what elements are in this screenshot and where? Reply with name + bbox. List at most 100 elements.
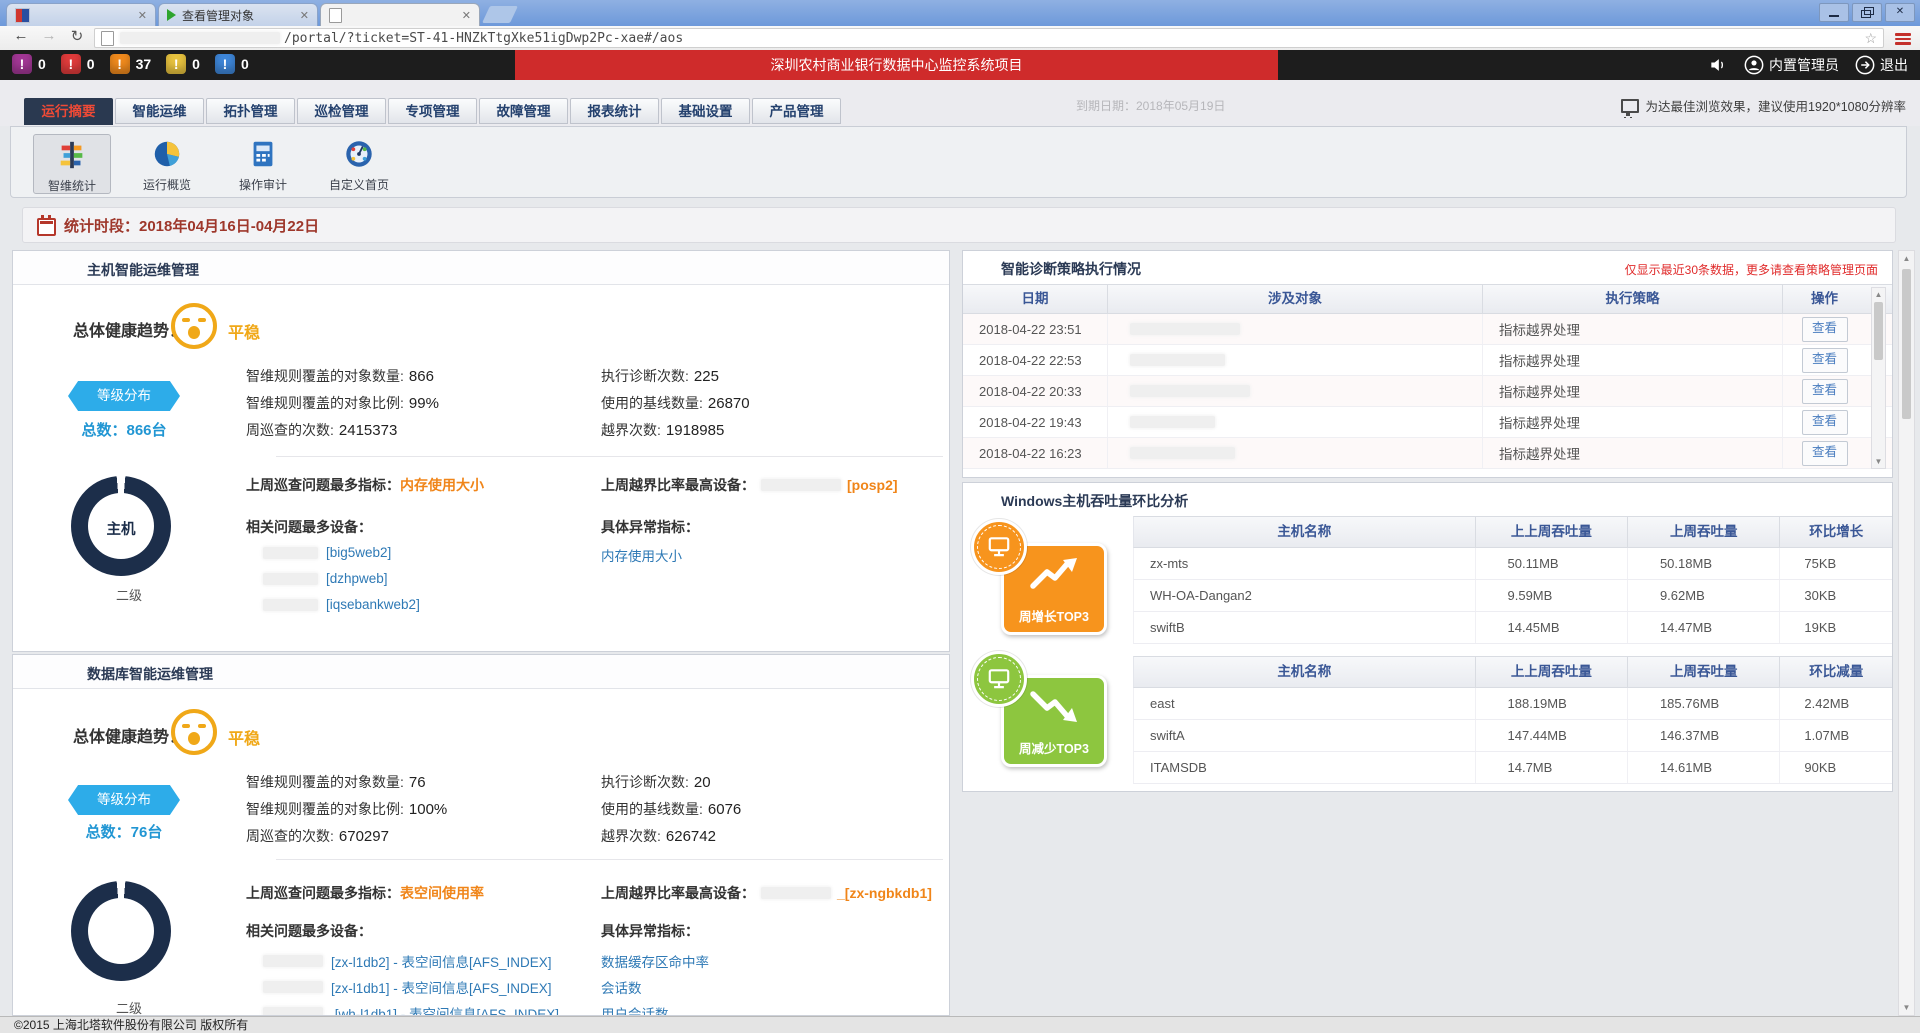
nav-tab-zhuanxiangguanli[interactable]: 专项管理	[388, 98, 477, 124]
view-button[interactable]: 查看	[1802, 410, 1848, 435]
table-row: ITAMSDB 14.7MB 14.61MB 90KB	[1133, 752, 1892, 784]
level-distribution-ribbon[interactable]: 等级分布	[68, 381, 180, 411]
url-field[interactable]: /portal/?ticket=ST-41-HNZkTtgXke51igDwp2…	[94, 28, 1884, 48]
device-link[interactable]: [dzhpweb]	[326, 571, 388, 586]
user-area: 内置管理员 退出	[1708, 50, 1908, 80]
cell-strategy: 指标越界处理	[1483, 407, 1783, 437]
cell-date: 2018-04-22 20:33	[963, 376, 1108, 406]
donut-legend: 二级	[79, 998, 179, 1016]
metric-link[interactable]: 用户会话数	[601, 1003, 669, 1016]
device-link[interactable]: [zx-l1db2] - 表空间信息[AFS_INDEX]	[331, 951, 552, 971]
browser-menu-icon[interactable]	[1895, 33, 1911, 47]
alert-badge-critical[interactable]: !0	[12, 54, 46, 74]
nav-tab-xunjianguanli[interactable]: 巡检管理	[297, 98, 386, 124]
nav-tab-jichushezhi[interactable]: 基础设置	[661, 98, 750, 124]
scroll-up-icon[interactable]: ▲	[1899, 254, 1914, 263]
tab-close-icon[interactable]: ✕	[462, 9, 471, 22]
top-device-value[interactable]: _[zx-ngbkdb1]	[837, 885, 932, 901]
refresh-icon[interactable]: ↻	[66, 27, 88, 45]
nav-tab-guzhangguanli[interactable]: 故障管理	[479, 98, 568, 124]
scroll-down-icon[interactable]: ▼	[1872, 457, 1885, 466]
back-icon[interactable]: ←	[10, 27, 32, 44]
table-scrollbar[interactable]: ▲ ▼	[1871, 287, 1886, 469]
toolbar-item-zidingyishouye[interactable]: 自定义首页	[321, 134, 397, 192]
decrease-top3-table: 主机名称 上上周吞吐量 上周吞吐量 环比减量 east 188.19MB 185…	[1133, 656, 1892, 784]
divider	[276, 456, 943, 457]
table-row: 2018-04-22 16:23 指标越界处理 查看	[963, 438, 1892, 469]
metric-link[interactable]: 会话数	[601, 977, 642, 997]
level-distribution-ribbon[interactable]: 等级分布	[68, 785, 180, 815]
table-row: swiftA 147.44MB 146.37MB 1.07MB	[1133, 720, 1892, 752]
table-row: WH-OA-Dangan2 9.59MB 9.62MB 30KB	[1133, 580, 1892, 612]
page-scrollbar[interactable]: ▲ ▼	[1898, 250, 1915, 1016]
user-menu[interactable]: 内置管理员	[1744, 55, 1839, 75]
device-link[interactable]: [iqsebankweb2]	[326, 597, 420, 612]
scrollbar-thumb[interactable]	[1874, 302, 1883, 360]
alert-badge-minor[interactable]: !37	[110, 54, 152, 74]
top-metric-value[interactable]: 表空间使用率	[400, 885, 484, 901]
browser-tab-strip: ✕ 查看管理对象 ✕ ✕ ✕	[0, 0, 1920, 26]
badge-label: 周减少TOP3	[1004, 738, 1104, 757]
toolbar-item-zhiweitongji[interactable]: 智维统计	[33, 134, 111, 194]
nav-tab-baobiaotongji[interactable]: 报表统计	[570, 98, 659, 124]
table-row: east 188.19MB 185.76MB 2.42MB	[1133, 688, 1892, 720]
play-favicon	[167, 9, 176, 21]
browser-tab-2[interactable]: 查看管理对象 ✕	[158, 3, 318, 26]
new-tab-button[interactable]	[482, 6, 518, 23]
cell-strategy: 指标越界处理	[1483, 438, 1783, 468]
table-row: 2018-04-22 19:43 指标越界处理 查看	[963, 407, 1892, 438]
metric-link[interactable]: 数据缓存区命中率	[601, 951, 709, 971]
stat-row: 智维规则覆盖的对象比例:99%	[246, 390, 439, 417]
device-link[interactable]: [big5web2]	[326, 545, 391, 560]
view-button[interactable]: 查看	[1802, 379, 1848, 404]
abnormal-metric-row: 数据缓存区命中率	[601, 951, 709, 971]
top-device-line: 上周越界比率最高设备：_[zx-ngbkdb1]	[601, 883, 932, 903]
tab-title: 查看管理对象	[182, 7, 254, 24]
tab-close-icon[interactable]: ✕	[138, 9, 147, 22]
forward-icon[interactable]: →	[38, 27, 60, 44]
table-header-row: 日期 涉及对象 执行策略 操作	[963, 284, 1892, 314]
device-link[interactable]: .[wh-l1db1] - 表空间信息[AFS_INDEX]	[331, 1003, 559, 1016]
nav-tab-chanpinguanli[interactable]: 产品管理	[752, 98, 841, 124]
related-device-row: [big5web2]	[263, 545, 391, 560]
toolbar-item-yunxinggailan[interactable]: 运行概览	[129, 134, 205, 192]
scroll-up-icon[interactable]: ▲	[1872, 290, 1885, 299]
col-header-date: 日期	[963, 285, 1108, 313]
alert-badge-info[interactable]: !0	[215, 54, 249, 74]
browser-tab-1[interactable]: ✕	[6, 3, 156, 26]
scroll-down-icon[interactable]: ▼	[1899, 1003, 1914, 1012]
nav-tab-zhinengyunwei[interactable]: 智能运维	[115, 98, 204, 124]
total-count: 总数：76台	[54, 821, 194, 842]
metric-link[interactable]: 内存使用大小	[601, 545, 682, 565]
minimize-button[interactable]	[1819, 3, 1849, 22]
trend-down-arrow-icon	[1027, 686, 1081, 726]
url-text: /portal/?ticket=ST-41-HNZkTtgXke51igDwp2…	[284, 31, 683, 46]
window-controls: ✕	[1819, 3, 1915, 22]
view-button[interactable]: 查看	[1802, 348, 1848, 373]
cell-strategy: 指标越界处理	[1483, 345, 1783, 375]
alert-badge-warning[interactable]: !0	[166, 54, 200, 74]
close-button[interactable]: ✕	[1885, 3, 1915, 22]
restore-button[interactable]	[1852, 3, 1882, 22]
browser-tab-3-active[interactable]: ✕	[320, 3, 480, 26]
toolbar-item-caozuoshenji[interactable]: 操作审计	[225, 134, 301, 192]
stat-bars-icon	[56, 139, 88, 171]
scrollbar-thumb[interactable]	[1902, 269, 1911, 419]
table-row: 2018-04-22 23:51 指标越界处理 查看	[963, 314, 1892, 345]
top-device-value[interactable]: [posp2]	[847, 477, 898, 493]
application-window: ✕ 查看管理对象 ✕ ✕ ✕ ← → ↻ /portal/?ticket=ST-…	[0, 0, 1920, 1033]
top-metric-value[interactable]: 内存使用大小	[400, 477, 484, 493]
nav-tab-tuopuguanli[interactable]: 拓扑管理	[206, 98, 295, 124]
logout-button[interactable]: 退出	[1855, 55, 1908, 75]
divider	[276, 859, 943, 860]
view-button[interactable]: 查看	[1802, 317, 1848, 342]
bookmark-star-icon[interactable]: ☆	[1864, 30, 1877, 47]
growth-top3-table: 主机名称 上上周吞吐量 上周吞吐量 环比增长 zx-mts 50.11MB 50…	[1133, 516, 1892, 644]
abnormal-metric-row: 用户会话数	[601, 1003, 669, 1016]
device-link[interactable]: [zx-l1db1] - 表空间信息[AFS_INDEX]	[331, 977, 552, 997]
alert-badge-major[interactable]: !0	[61, 54, 95, 74]
announce-speaker-icon[interactable]	[1708, 55, 1728, 75]
tab-close-icon[interactable]: ✕	[300, 9, 309, 22]
view-button[interactable]: 查看	[1802, 441, 1848, 466]
nav-tab-yunxingzhaiyao[interactable]: 运行摘要	[24, 98, 113, 125]
